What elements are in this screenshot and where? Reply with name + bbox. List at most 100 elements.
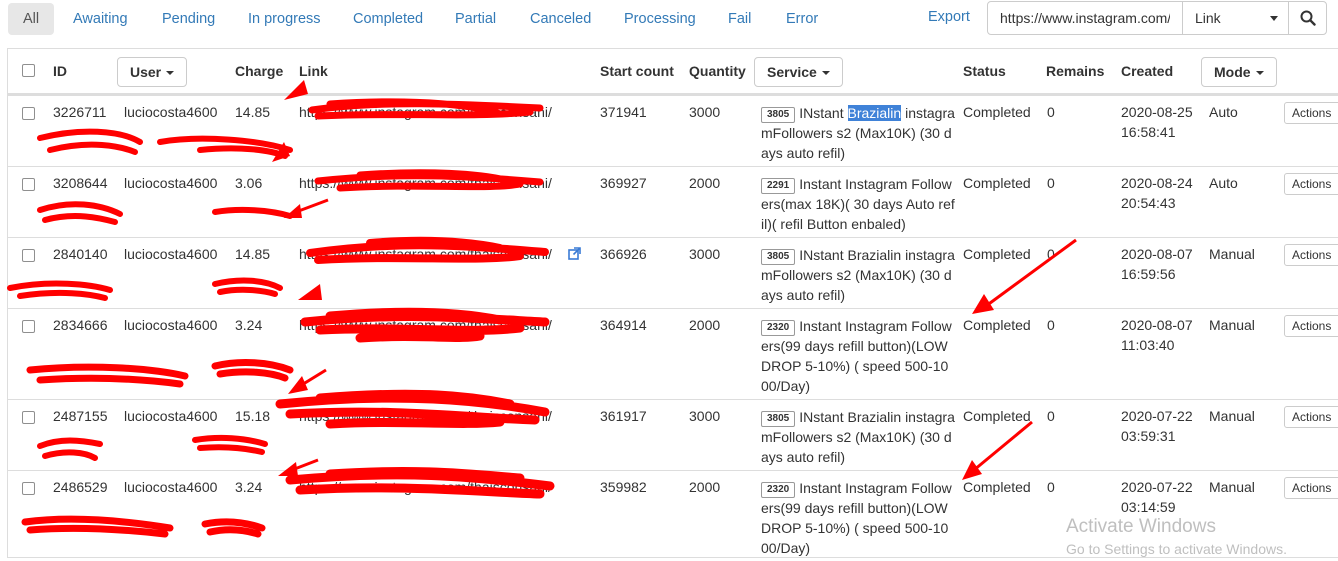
- order-link[interactable]: https://www.instagram.com/thaisconsani/: [299, 104, 552, 120]
- order-status: Completed: [963, 408, 1031, 424]
- order-charge: 14.85: [235, 246, 271, 262]
- order-user: luciocosta4600: [124, 175, 218, 191]
- select-all-checkbox[interactable]: [22, 64, 35, 77]
- search-input[interactable]: [988, 2, 1183, 34]
- caret-down-icon: [166, 71, 175, 76]
- order-charge: 3.06: [235, 175, 263, 191]
- header-start-count: Start count: [600, 63, 674, 79]
- created-date: 2020-08-24: [1121, 175, 1193, 191]
- order-mode: Auto: [1209, 175, 1238, 191]
- order-user: luciocosta4600: [124, 246, 218, 262]
- tab-canceled[interactable]: Canceled: [530, 3, 591, 35]
- service-id-badge: 2320: [761, 482, 796, 498]
- order-created: 2020-08-25 16:58:41: [1121, 102, 1193, 142]
- created-date: 2020-08-25: [1121, 104, 1193, 120]
- row-checkbox[interactable]: [22, 249, 35, 262]
- order-start-count: 371941: [600, 104, 647, 120]
- order-created: 2020-08-24 20:54:43: [1121, 173, 1193, 213]
- row-checkbox[interactable]: [22, 411, 35, 424]
- order-mode: Manual: [1209, 246, 1255, 262]
- search-button[interactable]: [1289, 2, 1326, 34]
- order-status: Completed: [963, 317, 1031, 333]
- order-link[interactable]: https://www.instagram.com/thaisconsani/: [299, 317, 552, 333]
- search-type-select[interactable]: Link: [1183, 2, 1289, 34]
- order-start-count: 361917: [600, 408, 647, 424]
- order-remains: 0: [1047, 408, 1055, 424]
- table-row: 3226711 luciocosta4600 14.85 https://www…: [8, 95, 1338, 166]
- order-status: Completed: [963, 104, 1031, 120]
- order-link[interactable]: https://www.instagram.com/thaisconsani/: [299, 246, 552, 262]
- order-service: 3805 INstant Brazialin instagramFollowers…: [761, 103, 956, 163]
- order-quantity: 3000: [689, 246, 721, 262]
- tab-pending[interactable]: Pending: [162, 3, 215, 35]
- order-created: 2020-07-22 03:14:59: [1121, 477, 1193, 517]
- created-date: 2020-07-22: [1121, 408, 1193, 424]
- order-link[interactable]: https://www.instagram.com/thaisconsani/: [299, 175, 552, 191]
- order-id: 3208644: [53, 175, 108, 191]
- user-filter-button[interactable]: User: [117, 57, 188, 87]
- row-checkbox[interactable]: [22, 178, 35, 191]
- order-user: luciocosta4600: [124, 408, 218, 424]
- order-id: 2834666: [53, 317, 108, 333]
- order-remains: 0: [1047, 104, 1055, 120]
- actions-button[interactable]: Actions: [1284, 244, 1338, 266]
- actions-button[interactable]: Actions: [1284, 173, 1338, 195]
- actions-button[interactable]: Actions: [1284, 102, 1338, 124]
- tab-awaiting[interactable]: Awaiting: [73, 3, 128, 35]
- order-quantity: 2000: [689, 175, 721, 191]
- order-quantity: 3000: [689, 104, 721, 120]
- row-checkbox[interactable]: [22, 320, 35, 333]
- order-created: 2020-08-07 11:03:40: [1121, 315, 1193, 355]
- tab-all[interactable]: All: [8, 3, 54, 35]
- order-mode: Manual: [1209, 479, 1255, 495]
- actions-button[interactable]: Actions: [1284, 477, 1338, 499]
- service-name: INstant: [799, 105, 848, 121]
- header-id: ID: [53, 63, 67, 79]
- order-start-count: 366926: [600, 246, 647, 262]
- order-remains: 0: [1047, 479, 1055, 495]
- service-id-badge: 3805: [761, 249, 796, 265]
- created-date: 2020-07-22: [1121, 479, 1193, 495]
- activate-windows-watermark: Activate Windows: [1066, 516, 1216, 537]
- chevron-down-icon: [1270, 16, 1278, 21]
- tab-completed[interactable]: Completed: [353, 3, 423, 35]
- actions-button[interactable]: Actions: [1284, 406, 1338, 428]
- order-link[interactable]: https://www.instagram.com/thaisconsani/: [299, 408, 552, 424]
- tab-fail[interactable]: Fail: [728, 3, 751, 35]
- tab-in-progress[interactable]: In progress: [248, 3, 321, 35]
- table-row: 2840140 luciocosta4600 14.85 https://www…: [8, 237, 1338, 308]
- order-charge: 15.18: [235, 408, 271, 424]
- service-filter-button[interactable]: Service: [754, 57, 843, 87]
- header-charge: Charge: [235, 63, 284, 79]
- order-mode: Manual: [1209, 317, 1255, 333]
- order-user: luciocosta4600: [124, 104, 218, 120]
- order-charge: 14.85: [235, 104, 271, 120]
- order-status: Completed: [963, 479, 1031, 495]
- order-id: 2840140: [53, 246, 108, 262]
- external-link-icon[interactable]: [568, 247, 581, 260]
- created-time: 16:59:56: [1121, 266, 1176, 282]
- row-checkbox[interactable]: [22, 482, 35, 495]
- order-status: Completed: [963, 246, 1031, 262]
- mode-filter-label: Mode: [1214, 64, 1251, 80]
- service-id-badge: 2320: [761, 320, 796, 336]
- filter-bar: All Awaiting Pending In progress Complet…: [0, 0, 1338, 40]
- header-created: Created: [1121, 63, 1174, 79]
- tab-error[interactable]: Error: [786, 3, 818, 35]
- row-checkbox[interactable]: [22, 107, 35, 120]
- order-quantity: 2000: [689, 317, 721, 333]
- order-remains: 0: [1047, 175, 1055, 191]
- order-user: luciocosta4600: [124, 479, 218, 495]
- order-link[interactable]: https://www.instagram.com/thaisconsani/: [299, 479, 552, 495]
- order-start-count: 369927: [600, 175, 647, 191]
- order-start-count: 359982: [600, 479, 647, 495]
- order-created: 2020-07-22 03:59:31: [1121, 406, 1193, 446]
- export-link[interactable]: Export: [928, 3, 970, 31]
- mode-filter-button[interactable]: Mode: [1201, 57, 1277, 87]
- tab-partial[interactable]: Partial: [455, 3, 496, 35]
- order-service: 2291 Instant Instagram Followers(max 18K)…: [761, 174, 956, 234]
- order-charge: 3.24: [235, 317, 263, 333]
- created-time: 16:58:41: [1121, 124, 1176, 140]
- actions-button[interactable]: Actions: [1284, 315, 1338, 337]
- tab-processing[interactable]: Processing: [624, 3, 696, 35]
